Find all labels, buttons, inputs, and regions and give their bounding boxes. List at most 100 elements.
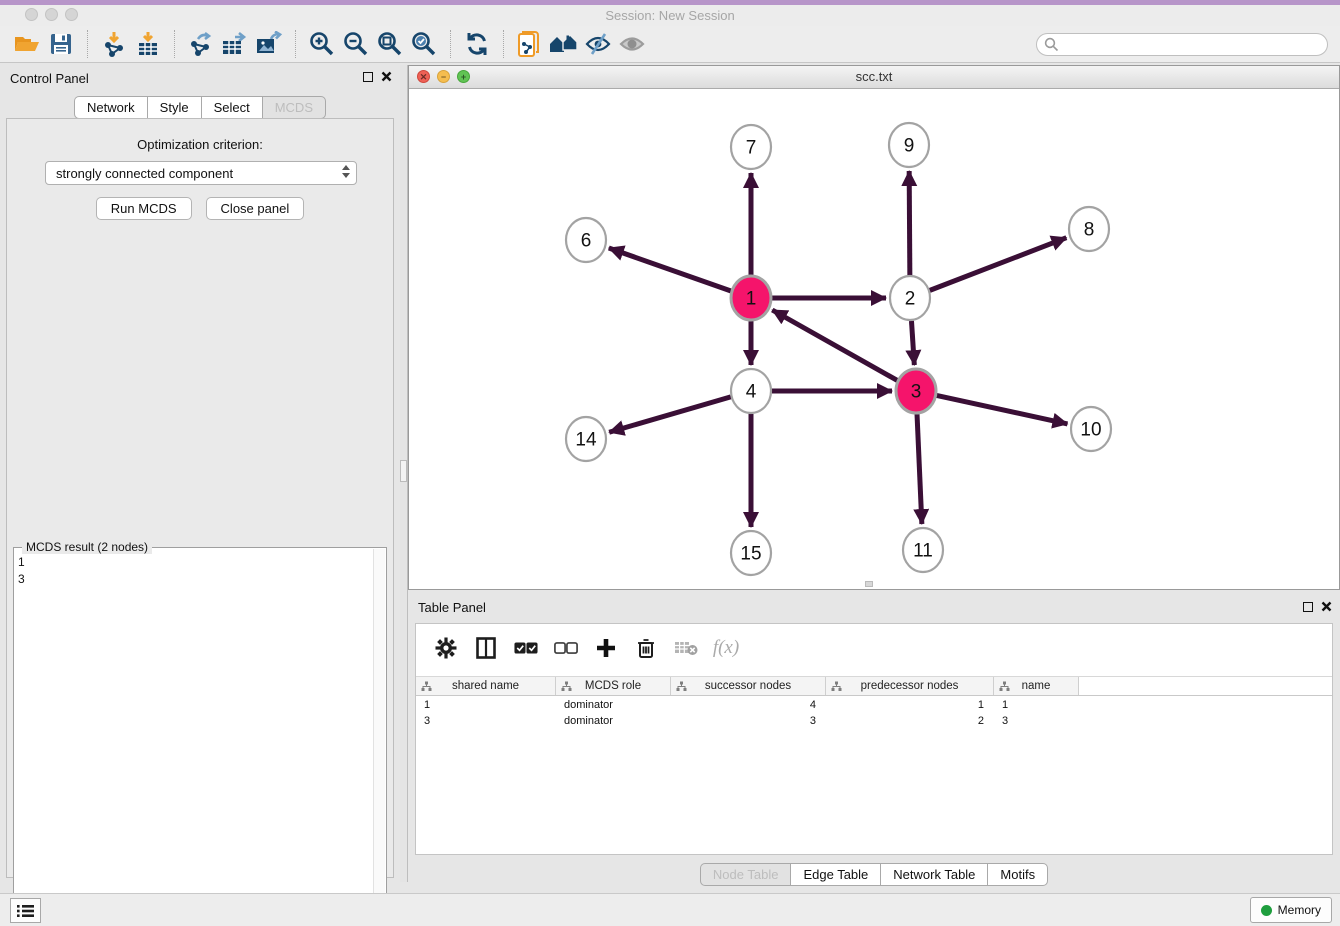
network-resize-handle[interactable] (865, 581, 873, 587)
function-builder-button[interactable]: f(x) (714, 636, 738, 660)
graph-node-1[interactable]: 1 (731, 276, 771, 320)
toolbar-separator (503, 30, 504, 58)
export-network-button[interactable] (184, 29, 218, 59)
mcds-result-list[interactable]: 13 (18, 554, 370, 920)
graph-node-14[interactable]: 14 (566, 417, 606, 461)
network-canvas[interactable]: 7 9 6 8 1 2 4 3 14 10 15 11 (409, 89, 1339, 589)
tab-node-table[interactable]: Node Table (700, 863, 791, 886)
close-panel-button[interactable]: Close panel (206, 197, 305, 220)
open-session-button[interactable] (10, 29, 44, 59)
graph-node-4[interactable]: 4 (731, 369, 771, 413)
window-titlebar[interactable]: Session: New Session (0, 5, 1340, 26)
zoom-out-button[interactable] (339, 29, 373, 59)
table-cell[interactable]: dominator (556, 697, 671, 713)
table-row[interactable]: 1dominator411 (416, 697, 1332, 713)
control-panel-tabs: NetworkStyleSelectMCDS (0, 96, 400, 119)
graph-node-8[interactable]: 8 (1069, 207, 1109, 251)
graph-node-6[interactable]: 6 (566, 218, 606, 262)
graph-node-11[interactable]: 11 (903, 528, 943, 572)
table-panel-header: Table Panel (408, 595, 1340, 621)
table-cell[interactable]: 3 (416, 713, 556, 729)
import-network-button[interactable] (97, 29, 131, 59)
tab-select[interactable]: Select (201, 96, 262, 119)
optimization-criterion-label: Optimization criterion: (7, 137, 393, 152)
apply-layout-button[interactable] (460, 29, 494, 59)
network-window-titlebar[interactable]: ✕ − + scc.txt (409, 66, 1339, 89)
tab-style[interactable]: Style (147, 96, 201, 119)
zoom-fit-button[interactable] (373, 29, 407, 59)
table-cell[interactable]: 3 (671, 713, 826, 729)
graph-edge-3-1[interactable] (772, 310, 897, 380)
save-session-button[interactable] (44, 29, 78, 59)
table-cell[interactable]: 1 (826, 697, 994, 713)
task-history-button[interactable] (10, 898, 41, 923)
result-scrollbar[interactable] (373, 549, 385, 923)
show-panel-button[interactable] (615, 29, 649, 59)
graph-node-15[interactable]: 15 (731, 531, 771, 575)
memory-button[interactable]: Memory (1250, 897, 1332, 923)
graph-edge-2-3[interactable] (911, 321, 914, 365)
table-row[interactable]: 3dominator323 (416, 713, 1332, 729)
table-cell[interactable]: 1 (994, 697, 1079, 713)
unchecked-boxes-icon (554, 641, 578, 655)
hide-panel-button[interactable] (581, 29, 615, 59)
float-panel-icon[interactable] (1303, 602, 1313, 612)
graph-edge-3-10[interactable] (937, 395, 1068, 423)
graph-node-10[interactable]: 10 (1071, 407, 1111, 451)
home-session-button[interactable] (547, 29, 581, 59)
table-cell[interactable]: 4 (671, 697, 826, 713)
close-panel-icon[interactable] (381, 71, 392, 82)
tab-motifs[interactable]: Motifs (987, 863, 1048, 886)
create-column-button[interactable] (594, 636, 618, 660)
splitter-handle[interactable] (400, 460, 407, 482)
table-cell[interactable]: 1 (416, 697, 556, 713)
zoom-fit-icon (377, 31, 403, 57)
column-header-name[interactable]: name (994, 677, 1079, 695)
tab-network[interactable]: Network (74, 96, 147, 119)
application-window: Session: New Session (0, 0, 1340, 926)
search-input[interactable] (1036, 33, 1328, 56)
column-header-MCDS-role[interactable]: MCDS role (556, 677, 671, 695)
tab-edge-table[interactable]: Edge Table (790, 863, 880, 886)
column-header-successor-nodes[interactable]: successor nodes (671, 677, 826, 695)
tab-network-table[interactable]: Network Table (880, 863, 987, 886)
export-table-button[interactable] (218, 29, 252, 59)
delete-column-button[interactable] (634, 636, 658, 660)
toolbar-separator (295, 30, 296, 58)
table-options-button[interactable] (434, 636, 458, 660)
network-overview-button[interactable] (513, 29, 547, 59)
select-stepper-icon (342, 165, 350, 178)
deselect-all-columns-button[interactable] (554, 636, 578, 660)
toolbar-separator (174, 30, 175, 58)
mcds-result-box: MCDS result (2 nodes) 13 (13, 547, 387, 925)
column-header-predecessor-nodes[interactable]: predecessor nodes (826, 677, 994, 695)
table-cell[interactable]: dominator (556, 713, 671, 729)
run-mcds-button[interactable]: Run MCDS (96, 197, 192, 220)
graph-node-2[interactable]: 2 (890, 276, 930, 320)
panel-splitter[interactable] (400, 65, 408, 882)
delete-table-button[interactable] (674, 636, 698, 660)
memory-status-icon (1261, 905, 1272, 916)
float-panel-icon[interactable] (363, 72, 373, 82)
graph-edge-2-8[interactable] (930, 238, 1067, 291)
graph-node-3[interactable]: 3 (896, 369, 936, 413)
graph-edge-1-6[interactable] (609, 248, 731, 291)
table-cell[interactable]: 3 (994, 713, 1079, 729)
gear-icon (435, 637, 457, 659)
table-cell[interactable]: 2 (826, 713, 994, 729)
graph-edge-3-11[interactable] (917, 414, 922, 524)
import-table-button[interactable] (131, 29, 165, 59)
zoom-selected-button[interactable] (407, 29, 441, 59)
graph-node-7[interactable]: 7 (731, 125, 771, 169)
criterion-select[interactable]: strongly connected component (45, 161, 357, 185)
close-panel-icon[interactable] (1321, 601, 1332, 612)
graph-edge-2-9[interactable] (909, 171, 910, 275)
column-header-shared-name[interactable]: shared name (416, 677, 556, 695)
zoom-in-button[interactable] (305, 29, 339, 59)
graph-edge-4-14[interactable] (609, 397, 731, 432)
show-column-button[interactable] (474, 636, 498, 660)
export-image-button[interactable] (252, 29, 286, 59)
select-all-columns-button[interactable] (514, 636, 538, 660)
tab-mcds[interactable]: MCDS (262, 96, 326, 119)
graph-node-9[interactable]: 9 (889, 123, 929, 167)
